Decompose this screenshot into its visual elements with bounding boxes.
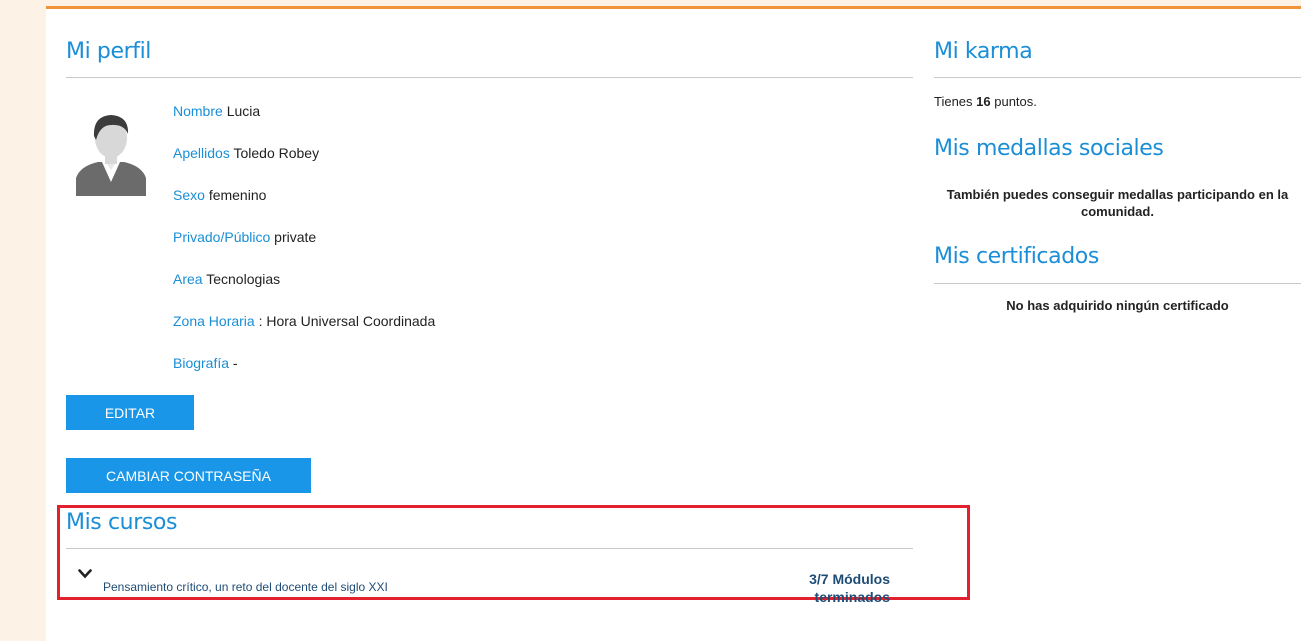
karma-divider [934,77,1301,78]
karma-title: Mi karma [934,39,1033,64]
privacidad-value: private [274,229,317,245]
medals-title: Mis medallas sociales [934,136,1164,161]
karma-prefix: Tienes [934,94,977,109]
medals-note: También puedes conseguir medallas partic… [946,187,1289,219]
courses-title: Mis cursos [66,510,178,535]
courses-divider [66,548,913,549]
profile-divider [66,77,913,78]
sexo-value: femenino [208,187,267,203]
area-value: Tecnologias [206,271,281,287]
profile-field-zona-horaria: Zona Horaria : Hora Universal Coordinada [173,312,435,330]
apellidos-label: Apellidos [173,145,230,161]
biografia-label: Biografía [173,355,230,371]
change-password-button[interactable]: CAMBIAR CONTRASEÑA [66,458,311,493]
nombre-value: Lucia [226,103,261,119]
profile-field-area: Area Tecnologias [173,270,280,288]
profile-title: Mi perfil [66,39,152,64]
course-progress: 3/7 Módulos terminados [775,570,890,606]
karma-suffix: puntos. [990,94,1037,109]
karma-text: Tienes 16 puntos. [934,94,1037,109]
apellidos-value: Toledo Robey [233,145,320,161]
user-avatar-icon [76,115,146,196]
top-accent-line [46,6,1301,9]
course-progress-line1: 3/7 Módulos [809,571,890,587]
chevron-down-icon[interactable] [78,569,92,579]
privacidad-label: Privado/Público [173,229,271,245]
profile-field-biografia: Biografía - [173,354,238,372]
certificates-divider [934,283,1301,284]
karma-points: 16 [976,94,991,109]
left-strip [0,0,46,641]
profile-field-apellidos: Apellidos Toledo Robey [173,144,319,162]
edit-button[interactable]: EDITAR [66,395,194,430]
biografia-value: - [229,355,238,371]
certificates-note: No has adquirido ningún certificado [1006,298,1229,313]
zona-horaria-value: : Hora Universal Coordinada [254,313,436,329]
nombre-label: Nombre [173,103,223,119]
profile-field-privacidad: Privado/Público private [173,228,316,246]
certificates-title: Mis certificados [934,244,1099,269]
zona-horaria-label: Zona Horaria [173,313,255,329]
sexo-label: Sexo [173,187,205,203]
profile-field-nombre: Nombre Lucia [173,102,260,120]
area-label: Area [173,271,203,287]
profile-field-sexo: Sexo femenino [173,186,266,204]
course-name[interactable]: Pensamiento crítico, un reto del docente… [103,580,388,594]
course-progress-line2: terminados [814,589,890,605]
